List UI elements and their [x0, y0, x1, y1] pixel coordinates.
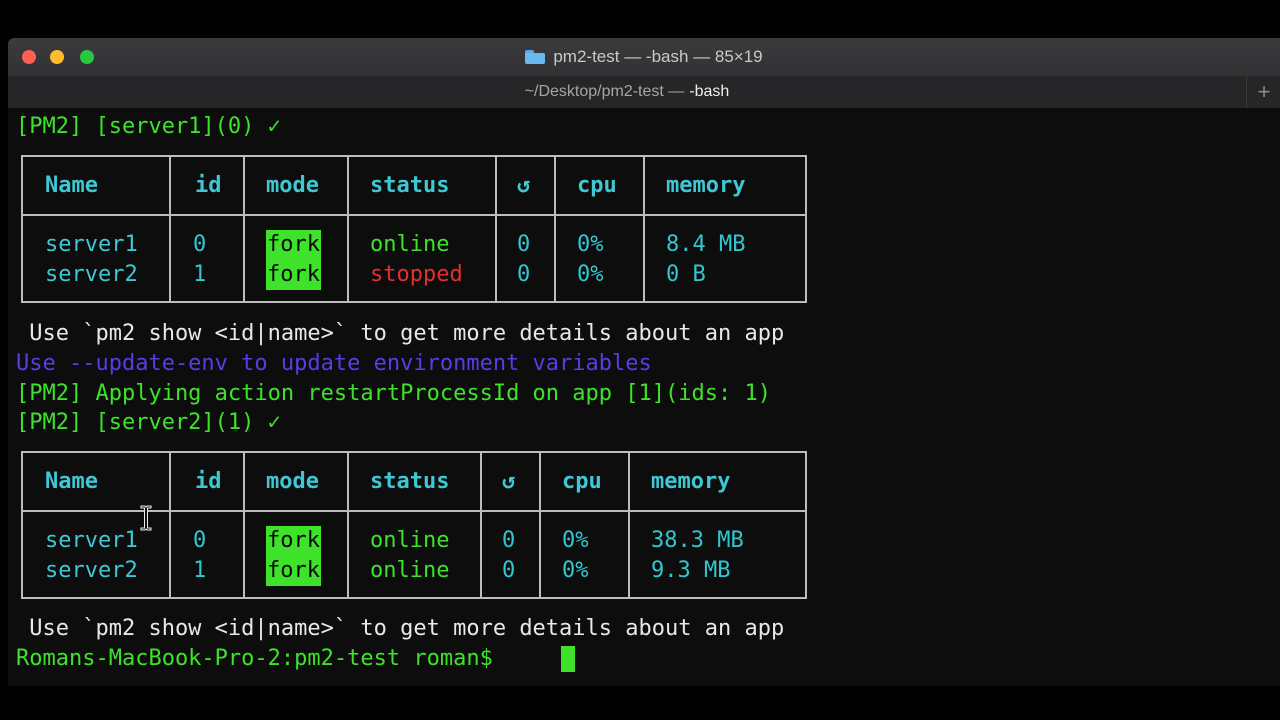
- tab-path: ~/Desktop/pm2-test —: [524, 83, 685, 100]
- pm2-status-line: [PM2] [server2](1) ✓: [16, 410, 281, 435]
- tab-bash[interactable]: ~/Desktop/pm2-test — -bash: [8, 76, 1246, 108]
- desktop-background: [0, 0, 1280, 36]
- col-header-memory: memory: [651, 469, 731, 494]
- table-row-name: server2: [45, 558, 138, 583]
- text-cursor: [561, 646, 575, 672]
- hint-line: Use `pm2 show <id|name>` to get more det…: [16, 616, 785, 641]
- update-env-notice: Use --update-env to update environment v…: [16, 351, 652, 376]
- table-row-name: server2: [45, 262, 138, 287]
- table-row-restarts: 0: [517, 232, 531, 257]
- table-row-cpu: 0%: [562, 528, 589, 553]
- col-header-status: status: [370, 173, 450, 198]
- status-stopped: stopped: [370, 262, 463, 287]
- col-header-name: Name: [45, 173, 98, 198]
- restart-icon: ↺: [502, 469, 516, 494]
- col-header-status: status: [370, 469, 450, 494]
- table-row-memory: 9.3 MB: [651, 558, 731, 583]
- col-header-id: id: [195, 173, 222, 198]
- status-online: online: [370, 232, 450, 257]
- process-table-1: Name id mode status ↺ cpu memory server1…: [21, 155, 807, 303]
- table-row-name: server1: [45, 232, 138, 257]
- table-row-id: 1: [193, 262, 207, 287]
- col-header-cpu: cpu: [562, 469, 602, 494]
- status-online: online: [370, 528, 450, 553]
- table-row-cpu: 0%: [577, 262, 604, 287]
- shell-prompt[interactable]: Romans-MacBook-Pro-2:pm2-test roman$: [16, 644, 506, 674]
- pm2-status-line: [PM2] [server1](0) ✓: [16, 114, 281, 139]
- window-title: pm2-test — -bash — 85×19: [553, 47, 763, 66]
- ibeam-pointer-icon: [140, 505, 152, 531]
- table-row-restarts: 0: [517, 262, 531, 287]
- folder-icon: [525, 50, 546, 64]
- restart-icon: ↺: [517, 173, 531, 198]
- terminal-window: pm2-test — -bash — 85×19 ~/Desktop/pm2-t…: [8, 38, 1280, 686]
- table-row-id: 0: [193, 528, 207, 553]
- tab-command: -bash: [689, 83, 730, 100]
- mode-badge: fork: [266, 556, 321, 586]
- restart-action-line: [PM2] Applying action restartProcessId o…: [16, 381, 771, 406]
- table-row-id: 0: [193, 232, 207, 257]
- table-row-id: 1: [193, 558, 207, 583]
- title-bar[interactable]: pm2-test — -bash — 85×19: [8, 38, 1280, 77]
- new-tab-button[interactable]: +: [1246, 76, 1280, 108]
- col-header-mode: mode: [266, 173, 319, 198]
- hint-line: Use `pm2 show <id|name>` to get more det…: [16, 321, 785, 346]
- col-header-mode: mode: [266, 469, 319, 494]
- table-row-name: server1: [45, 528, 138, 553]
- desktop-bottom: [0, 686, 1280, 720]
- mode-badge: fork: [266, 260, 321, 290]
- table-row-memory: 8.4 MB: [666, 232, 746, 257]
- col-header-cpu: cpu: [577, 173, 617, 198]
- col-header-id: id: [195, 469, 222, 494]
- table-row-memory: 0 B: [666, 262, 706, 287]
- table-row-cpu: 0%: [562, 558, 589, 583]
- table-row-memory: 38.3 MB: [651, 528, 744, 553]
- table-row-restarts: 0: [502, 558, 516, 583]
- mode-badge: fork: [266, 230, 321, 260]
- terminal-output[interactable]: [PM2] [server1](0) ✓ Name id mode status…: [8, 108, 1280, 686]
- mode-badge: fork: [266, 526, 321, 556]
- col-header-name: Name: [45, 469, 98, 494]
- table-row-restarts: 0: [502, 528, 516, 553]
- tab-bar: ~/Desktop/pm2-test — -bash +: [8, 76, 1280, 109]
- status-online: online: [370, 558, 450, 583]
- col-header-memory: memory: [666, 173, 746, 198]
- table-row-cpu: 0%: [577, 232, 604, 257]
